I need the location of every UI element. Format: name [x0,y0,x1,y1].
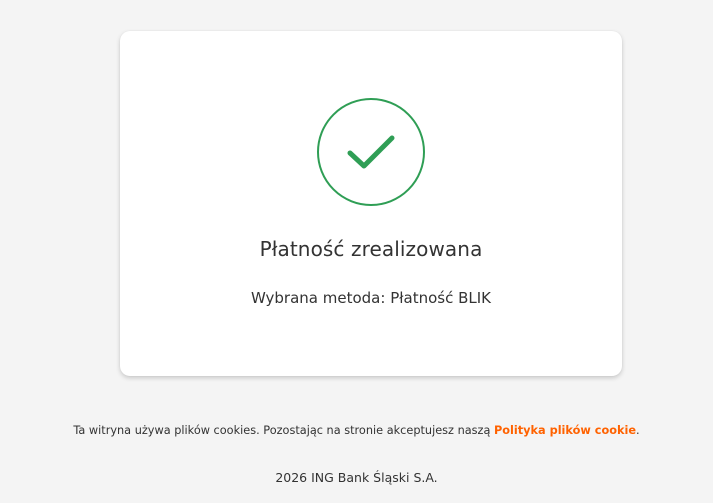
payment-status-title: Płatność zrealizowana [259,237,483,261]
cookie-notice-text: Ta witryna używa plików cookies. Pozosta… [73,424,491,437]
page: Płatność zrealizowana Wybrana metoda: Pł… [0,0,713,503]
payment-method-line: Wybrana metoda: Płatność BLIK [120,289,622,307]
payment-method-label: Wybrana metoda: [250,289,386,307]
payment-result-card: Płatność zrealizowana Wybrana metoda: Pł… [120,31,622,376]
check-circle-icon [317,98,425,206]
cookie-policy-link[interactable]: Polityka plików cookie [494,424,636,437]
footer-copyright: 2026 ING Bank Śląski S.A. [275,470,438,485]
cookie-notice: Ta witryna używa plików cookies. Pozosta… [0,424,713,437]
payment-method-value: Płatność BLIK [390,289,492,307]
cookie-notice-suffix: . [636,424,640,437]
